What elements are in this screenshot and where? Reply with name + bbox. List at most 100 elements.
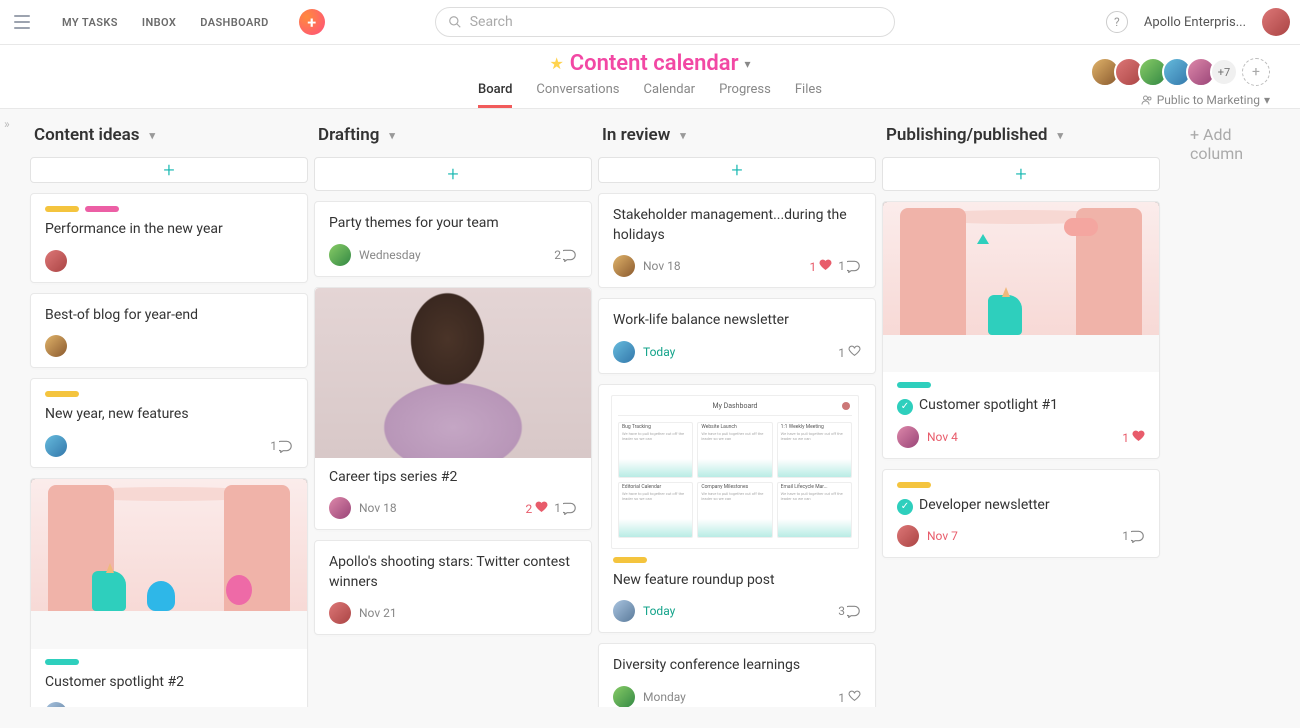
tag [45, 206, 79, 212]
card-tags [613, 557, 861, 563]
comment-count[interactable]: 1 [554, 501, 577, 515]
card[interactable]: ✓Customer spotlight #1Nov 41 [882, 201, 1160, 459]
project-header: ★ Content calendar ▾ Board Conversations… [0, 45, 1300, 109]
like-count[interactable]: 1 [838, 344, 861, 360]
like-count[interactable]: 2 [526, 500, 549, 516]
column-header[interactable]: Content ideas▾ [30, 119, 308, 157]
add-column-button[interactable]: + Add column [1166, 119, 1270, 697]
tab-progress[interactable]: Progress [719, 82, 771, 108]
card[interactable]: My DashboardBug TrackingWe have to pull … [598, 384, 876, 634]
tab-files[interactable]: Files [795, 82, 822, 108]
tab-board[interactable]: Board [478, 82, 512, 108]
assignee-avatar[interactable] [613, 255, 635, 277]
comment-icon [1131, 529, 1145, 543]
add-member-button[interactable]: + [1242, 58, 1270, 86]
add-card-button[interactable]: + [30, 157, 308, 183]
add-card-button[interactable]: + [882, 157, 1160, 191]
chevron-down-icon: ▾ [150, 129, 156, 142]
column-header[interactable]: Drafting▾ [314, 119, 592, 157]
card-meta-right: 1 [1122, 529, 1145, 543]
comment-count[interactable]: 1 [838, 259, 861, 273]
card-title: Performance in the new year [45, 220, 293, 240]
column-header[interactable]: Publishing/published▾ [882, 119, 1160, 157]
project-title[interactable]: Content calendar [570, 51, 739, 76]
card-title-text: Developer newsletter [919, 497, 1050, 513]
assignee-avatar[interactable] [329, 602, 351, 624]
card[interactable]: ✓Developer newsletterNov 71 [882, 469, 1160, 559]
more-members[interactable]: +7 [1210, 58, 1238, 86]
workspace-dropdown[interactable]: Apollo Enterpris... [1144, 15, 1246, 30]
assignee-avatar[interactable] [45, 702, 67, 707]
tab-calendar[interactable]: Calendar [643, 82, 695, 108]
add-card-button[interactable]: + [598, 157, 876, 183]
card-image [31, 479, 307, 649]
assignee-avatar[interactable] [897, 426, 919, 448]
tag [897, 482, 931, 488]
card[interactable]: Diversity conference learningsMonday1 [598, 643, 876, 707]
chevron-down-icon: ▾ [1264, 93, 1270, 107]
user-avatar[interactable] [1262, 8, 1290, 36]
card-meta: 1 [45, 435, 293, 457]
card-meta: Monday1 [613, 686, 861, 707]
assignee-avatar[interactable] [45, 435, 67, 457]
card-image: My DashboardBug TrackingWe have to pull … [611, 395, 859, 549]
card[interactable]: Work-life balance newsletterToday1 [598, 298, 876, 374]
assignee-avatar[interactable] [613, 341, 635, 363]
card-meta-right: 1 [838, 689, 861, 705]
nav-links: MY TASKS INBOX DASHBOARD [62, 16, 269, 29]
nav-my-tasks[interactable]: MY TASKS [62, 16, 118, 29]
tag [45, 391, 79, 397]
tag [45, 659, 79, 665]
assignee-avatar[interactable] [329, 244, 351, 266]
assignee-avatar[interactable] [45, 250, 67, 272]
card-date: Wednesday [359, 248, 421, 262]
card[interactable]: Performance in the new year [30, 193, 308, 283]
card[interactable]: Apollo's shooting stars: Twitter contest… [314, 540, 592, 635]
card[interactable]: Career tips series #2Nov 182 1 [314, 287, 592, 531]
card[interactable]: Customer spotlight #2 [30, 478, 308, 707]
menu-icon[interactable] [10, 10, 34, 34]
like-count[interactable]: 1 [810, 258, 833, 274]
nav-inbox[interactable]: INBOX [142, 16, 176, 29]
card-title: ✓Developer newsletter [897, 496, 1145, 516]
column: Publishing/published▾+ ✓Customer spotligh… [882, 119, 1160, 697]
nav-dashboard[interactable]: DASHBOARD [200, 16, 268, 29]
card-meta-right: 1 [1122, 429, 1145, 445]
column-title: Publishing/published [886, 125, 1047, 145]
privacy-indicator[interactable]: Public to Marketing ▾ [1141, 93, 1270, 107]
tab-conversations[interactable]: Conversations [536, 82, 619, 108]
card[interactable]: New year, new features1 [30, 378, 308, 468]
like-count[interactable]: 1 [1122, 429, 1145, 445]
chevron-down-icon[interactable]: ▾ [745, 57, 751, 71]
add-card-button[interactable]: + [314, 157, 592, 191]
comment-icon [563, 248, 577, 262]
heart-icon [819, 258, 832, 271]
card-title-text: Work-life balance newsletter [613, 312, 789, 328]
tag [85, 206, 119, 212]
help-icon[interactable]: ? [1106, 11, 1128, 33]
star-icon[interactable]: ★ [549, 54, 563, 73]
column: Content ideas▾+ Performance in the new ye… [30, 119, 308, 697]
comment-count[interactable]: 1 [1122, 529, 1145, 543]
column-header[interactable]: In review▾ [598, 119, 876, 157]
comment-count[interactable]: 2 [554, 248, 577, 262]
card[interactable]: Best-of blog for year-end [30, 293, 308, 369]
card[interactable]: Party themes for your teamWednesday2 [314, 201, 592, 277]
tag [613, 557, 647, 563]
comment-icon [847, 259, 861, 273]
assignee-avatar[interactable] [45, 335, 67, 357]
tag [897, 382, 931, 388]
assignee-avatar[interactable] [329, 497, 351, 519]
project-members: +7 + [1096, 57, 1270, 87]
card-title-text: Stakeholder management...during the holi… [613, 207, 847, 243]
comment-count[interactable]: 1 [270, 439, 293, 453]
search-input[interactable]: Search [435, 7, 895, 37]
card[interactable]: Stakeholder management...during the holi… [598, 193, 876, 288]
comment-count[interactable]: 3 [838, 604, 861, 618]
assignee-avatar[interactable] [613, 686, 635, 707]
assignee-avatar[interactable] [613, 600, 635, 622]
add-button[interactable]: + [299, 9, 325, 35]
assignee-avatar[interactable] [897, 525, 919, 547]
card-title: Work-life balance newsletter [613, 311, 861, 331]
like-count[interactable]: 1 [838, 689, 861, 705]
